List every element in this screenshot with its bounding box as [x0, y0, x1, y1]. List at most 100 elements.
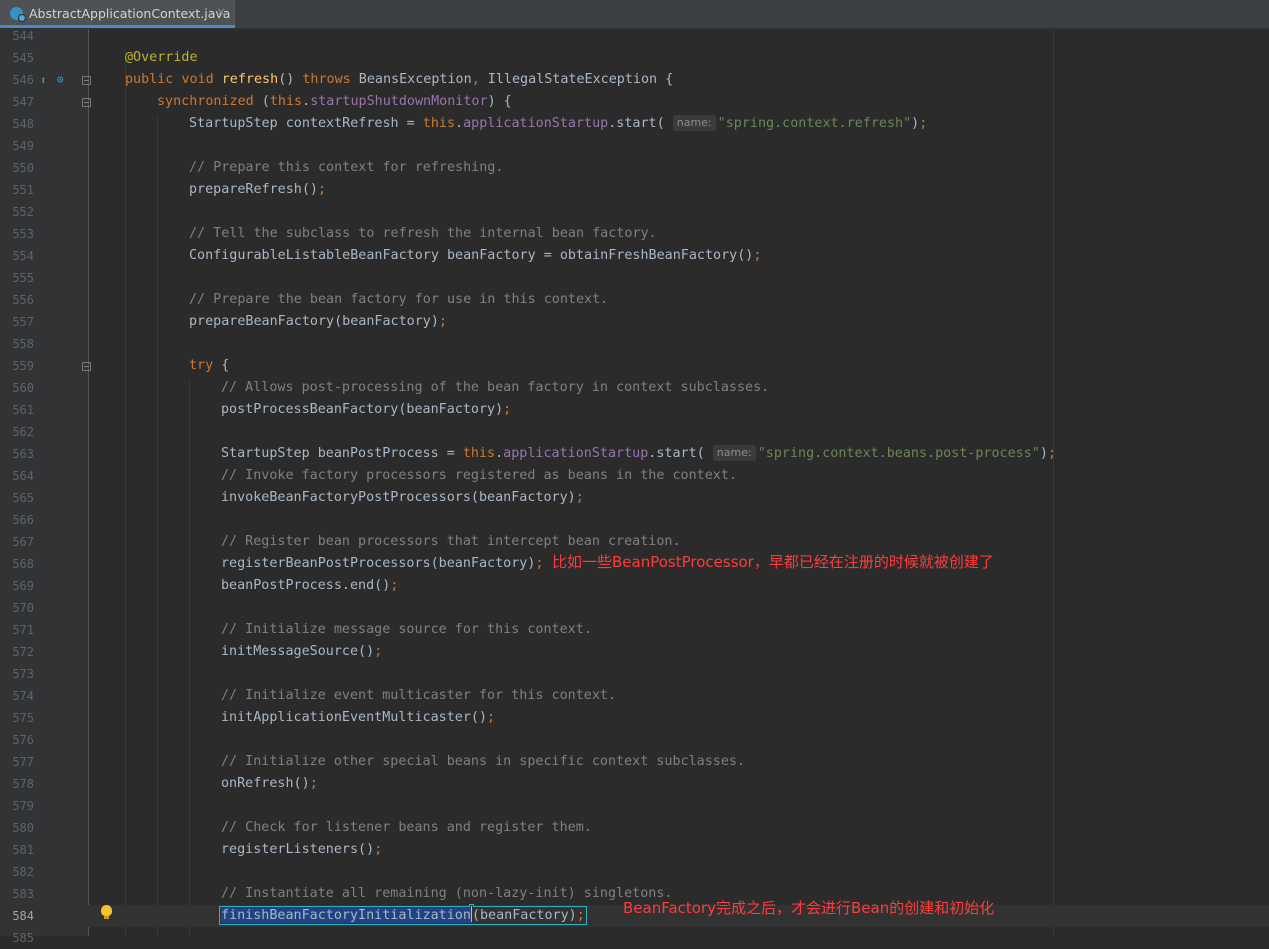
code-text[interactable]: registerBeanPostProcessors(beanFactory); — [221, 553, 543, 575]
line-number: 550 — [12, 161, 34, 175]
code-line-563[interactable]: 563 StartupStep beanPostProcess = this.ap… — [0, 443, 1269, 465]
code-editor[interactable]: 544 545 @Override 546 public void refresh() … — [0, 29, 1269, 945]
close-icon[interactable]: × — [216, 5, 226, 19]
code-text[interactable]: synchronized (this.startupShutdownMonito… — [157, 91, 512, 113]
code-text[interactable]: onRefresh(); — [221, 773, 318, 795]
tab-label: AbstractApplicationContext.java — [29, 6, 231, 21]
code-line-548[interactable]: 548 StartupStep contextRefresh = this.app… — [0, 113, 1269, 135]
code-text[interactable]: StartupStep beanPostProcess = this.appli… — [221, 443, 1056, 465]
code-text[interactable]: prepareRefresh(); — [189, 179, 326, 201]
code-text[interactable]: // Register bean processors that interce… — [221, 531, 681, 553]
code-line-546[interactable]: 546 public void refresh() throws BeansExc… — [0, 69, 1269, 91]
code-text[interactable]: initMessageSource(); — [221, 641, 382, 663]
code-line-564[interactable]: 564 // Invoke factory processors register… — [0, 465, 1269, 487]
code-text[interactable]: invokeBeanFactoryPostProcessors(beanFact… — [221, 487, 584, 509]
code-line-566[interactable]: 566 — [0, 509, 1269, 531]
fold-marker-icon[interactable] — [82, 76, 91, 85]
code-line-561[interactable]: 561 postProcessBeanFactory(beanFactory); — [0, 399, 1269, 421]
annotation-note-finish-initialization: BeanFactory完成之后，才会进行Bean的创建和初始化 — [623, 899, 995, 917]
line-number: 581 — [12, 843, 34, 857]
line-number: 563 — [12, 447, 34, 461]
code-line-570[interactable]: 570 — [0, 597, 1269, 619]
code-line-553[interactable]: 553 // Tell the subclass to refresh the i… — [0, 223, 1269, 245]
java-class-icon — [10, 7, 26, 22]
line-number: 578 — [12, 777, 34, 791]
lightbulb-icon[interactable] — [101, 905, 112, 919]
code-text[interactable]: // Check for listener beans and register… — [221, 817, 592, 839]
line-number: 580 — [12, 821, 34, 835]
code-text[interactable]: postProcessBeanFactory(beanFactory); — [221, 399, 511, 421]
code-line-575[interactable]: 575 initApplicationEventMulticaster(); — [0, 707, 1269, 729]
code-line-551[interactable]: 551 prepareRefresh(); — [0, 179, 1269, 201]
code-text[interactable]: try { — [189, 355, 229, 377]
code-line-565[interactable]: 565 invokeBeanFactoryPostProcessors(beanF… — [0, 487, 1269, 509]
annotation-note-register-processors: 比如一些BeanPostProcessor，早都已经在注册的时候就被创建了 — [552, 553, 994, 571]
line-number: 557 — [12, 315, 34, 329]
code-line-582[interactable]: 582 — [0, 861, 1269, 883]
line-number: 561 — [12, 403, 34, 417]
code-text[interactable]: registerListeners(); — [221, 839, 382, 861]
line-number: 560 — [12, 381, 34, 395]
code-text[interactable]: public void refresh() throws BeansExcept… — [125, 69, 673, 91]
code-line-577[interactable]: 577 // Initialize other special beans in … — [0, 751, 1269, 773]
code-text[interactable]: // Initialize event multicaster for this… — [221, 685, 616, 707]
implemented-icon[interactable]: ⊙ — [57, 74, 64, 85]
code-line-569[interactable]: 569 beanPostProcess.end(); — [0, 575, 1269, 597]
code-line-549[interactable]: 549 — [0, 135, 1269, 157]
line-number: 565 — [12, 491, 34, 505]
code-line-558[interactable]: 558 — [0, 333, 1269, 355]
line-number: 582 — [12, 865, 34, 879]
code-line-557[interactable]: 557 prepareBeanFactory(beanFactory); — [0, 311, 1269, 333]
line-number: 562 — [12, 425, 34, 439]
code-text[interactable]: beanPostProcess.end(); — [221, 575, 398, 597]
code-line-578[interactable]: 578 onRefresh(); — [0, 773, 1269, 795]
code-text[interactable]: // Initialize other special beans in spe… — [221, 751, 745, 773]
code-line-544[interactable]: 544 — [0, 25, 1269, 47]
code-text[interactable]: // Tell the subclass to refresh the inte… — [189, 223, 657, 245]
code-text[interactable]: // Initialize message source for this co… — [221, 619, 592, 641]
code-text[interactable]: // Invoke factory processors registered … — [221, 465, 737, 487]
code-line-581[interactable]: 581 registerListeners(); — [0, 839, 1269, 861]
line-number: 558 — [12, 337, 34, 351]
code-text[interactable]: finishBeanFactoryInitialization(beanFact… — [219, 905, 587, 927]
code-text[interactable]: @Override — [125, 47, 198, 69]
line-number: 584 — [12, 909, 34, 923]
code-text[interactable]: initApplicationEventMulticaster(); — [221, 707, 495, 729]
code-line-560[interactable]: 560 // Allows post-processing of the bean… — [0, 377, 1269, 399]
code-line-556[interactable]: 556 // Prepare the bean factory for use i… — [0, 289, 1269, 311]
line-number: 554 — [12, 249, 34, 263]
tab-abstract-application-context[interactable]: AbstractApplicationContext.java × — [0, 0, 235, 28]
code-line-552[interactable]: 552 — [0, 201, 1269, 223]
code-line-571[interactable]: 571 // Initialize message source for this… — [0, 619, 1269, 641]
fold-marker-icon[interactable] — [82, 98, 91, 107]
code-line-562[interactable]: 562 — [0, 421, 1269, 443]
line-number: 553 — [12, 227, 34, 241]
code-text[interactable]: StartupStep contextRefresh = this.applic… — [189, 113, 927, 135]
fold-marker-icon[interactable] — [82, 362, 91, 371]
code-line-573[interactable]: 573 — [0, 663, 1269, 685]
code-line-554[interactable]: 554 ConfigurableListableBeanFactory beanF… — [0, 245, 1269, 267]
code-line-567[interactable]: 567 // Register bean processors that inte… — [0, 531, 1269, 553]
code-line-545[interactable]: 545 @Override — [0, 47, 1269, 69]
override-method-icon[interactable]: ⬆ — [40, 75, 47, 86]
code-text[interactable]: // Prepare the bean factory for use in t… — [189, 289, 608, 311]
code-line-579[interactable]: 579 — [0, 795, 1269, 817]
code-line-555[interactable]: 555 — [0, 267, 1269, 289]
code-line-547[interactable]: 547 synchronized (this.startupShutdownMon… — [0, 91, 1269, 113]
line-number: 547 — [12, 95, 34, 109]
code-line-585[interactable]: 585 — [0, 927, 1269, 949]
code-text[interactable]: ConfigurableListableBeanFactory beanFact… — [189, 245, 761, 267]
code-line-580[interactable]: 580 // Check for listener beans and regis… — [0, 817, 1269, 839]
code-line-576[interactable]: 576 — [0, 729, 1269, 751]
code-text[interactable]: prepareBeanFactory(beanFactory); — [189, 311, 447, 333]
code-line-550[interactable]: 550 // Prepare this context for refreshin… — [0, 157, 1269, 179]
code-line-574[interactable]: 574 // Initialize event multicaster for t… — [0, 685, 1269, 707]
line-number: 544 — [12, 29, 34, 43]
code-text[interactable]: // Instantiate all remaining (non-lazy-i… — [221, 883, 672, 905]
line-number: 570 — [12, 601, 34, 615]
line-number: 583 — [12, 887, 34, 901]
code-text[interactable]: // Allows post-processing of the bean fa… — [221, 377, 769, 399]
code-text[interactable]: // Prepare this context for refreshing. — [189, 157, 503, 179]
code-line-559[interactable]: 559 try { — [0, 355, 1269, 377]
code-line-572[interactable]: 572 initMessageSource(); — [0, 641, 1269, 663]
